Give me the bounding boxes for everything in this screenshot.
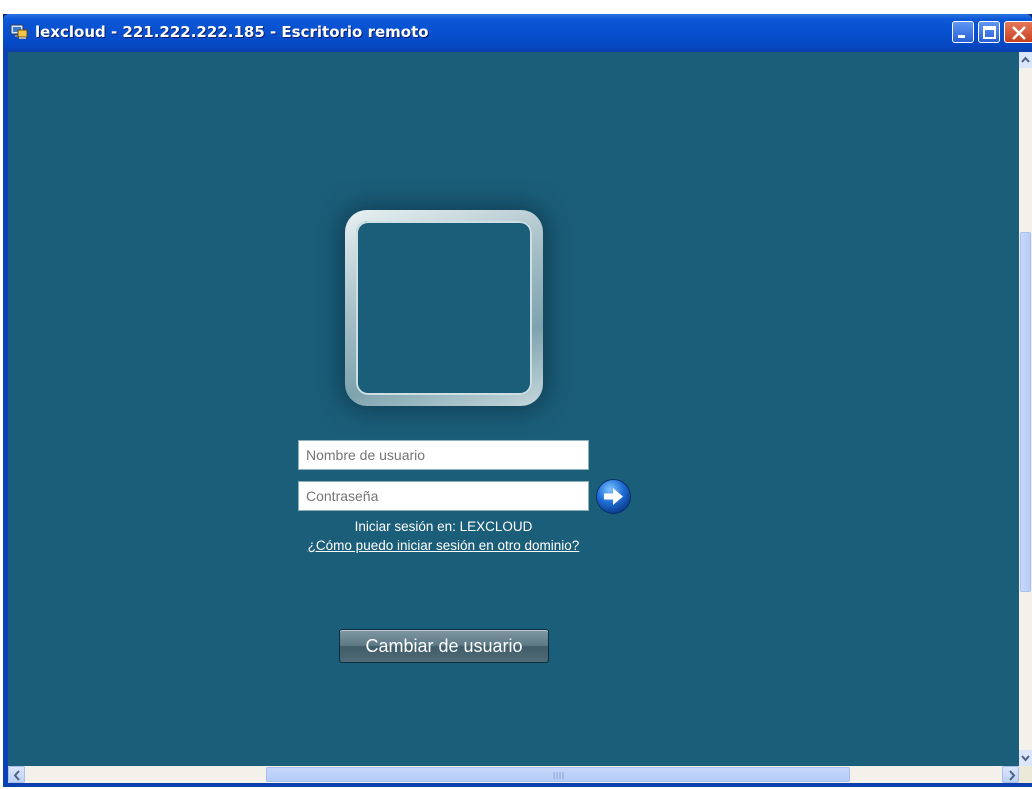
window-frame-bottom — [3, 783, 1032, 787]
other-domain-link[interactable]: ¿Cómo puedo iniciar sesión en otro domin… — [208, 538, 679, 553]
maximize-icon — [983, 26, 996, 39]
scroll-right-button[interactable] — [1002, 766, 1019, 783]
minimize-icon — [958, 35, 965, 38]
logon-domain-text: Iniciar sesión en: LEXCLOUD — [354, 519, 533, 534]
chevron-up-icon — [1021, 56, 1030, 63]
login-submit-button[interactable] — [595, 478, 632, 515]
minimize-button[interactable] — [952, 21, 974, 43]
scroll-down-button[interactable] — [1019, 750, 1032, 766]
remote-login-screen: Iniciar sesión en: LEXCLOUD ¿Cómo puedo … — [8, 52, 1019, 766]
grip-lines-icon — [553, 772, 564, 779]
password-input[interactable] — [298, 481, 589, 511]
horizontal-scroll-thumb[interactable] — [266, 767, 850, 782]
user-picture — [356, 221, 532, 395]
chevron-left-icon — [13, 770, 20, 781]
title-bar[interactable]: lexcloud - 221.222.222.185 - Escritorio … — [3, 14, 1032, 52]
scroll-left-button[interactable] — [8, 766, 25, 783]
username-input[interactable] — [298, 440, 589, 470]
close-icon — [1012, 26, 1026, 40]
switch-user-button[interactable]: Cambiar de usuario — [339, 629, 549, 663]
maximize-button[interactable] — [978, 21, 1000, 43]
remote-desktop-icon — [10, 24, 28, 40]
scroll-up-button[interactable] — [1019, 52, 1032, 68]
arrow-right-icon — [596, 479, 631, 514]
horizontal-scrollbar[interactable] — [8, 766, 1019, 783]
vertical-scroll-thumb[interactable] — [1020, 232, 1031, 592]
chevron-right-icon — [1009, 770, 1016, 781]
chevron-down-icon — [1021, 755, 1030, 762]
user-picture-frame — [345, 210, 543, 406]
resize-grip[interactable] — [1019, 766, 1032, 783]
close-button[interactable] — [1004, 21, 1032, 43]
remote-desktop-window: lexcloud - 221.222.222.185 - Escritorio … — [3, 14, 1032, 787]
window-title: lexcloud - 221.222.222.185 - Escritorio … — [35, 23, 429, 41]
vertical-scrollbar[interactable] — [1019, 52, 1032, 766]
